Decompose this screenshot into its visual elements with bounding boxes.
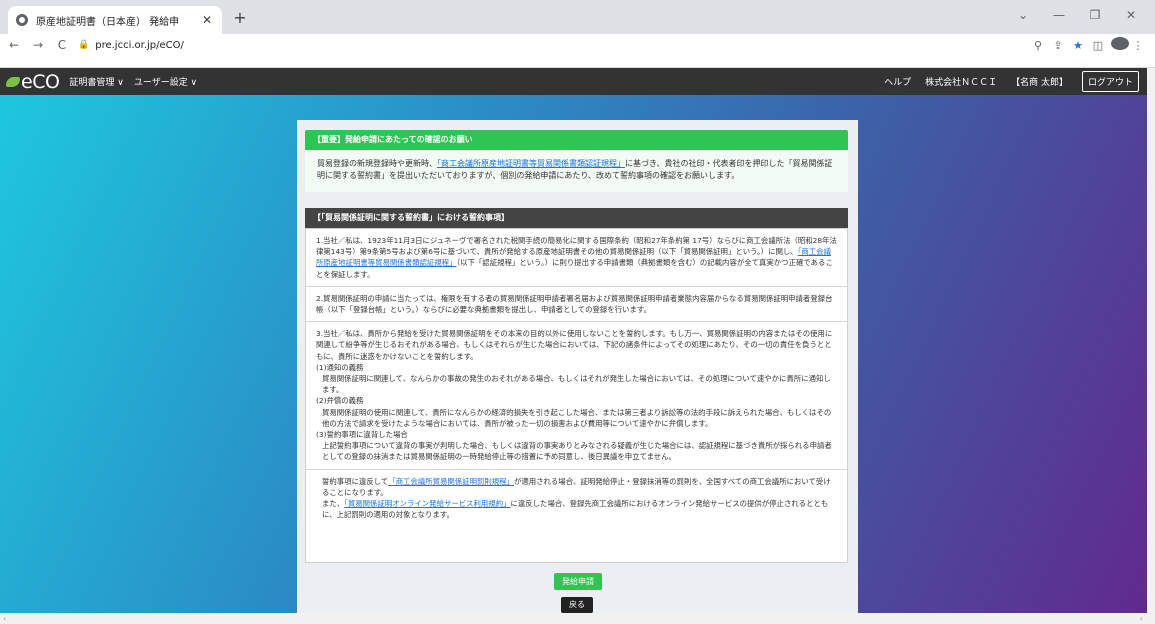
- logout-button[interactable]: ログアウト: [1081, 71, 1139, 92]
- main-panel: 【重要】発給申請にあたっての確認のお願い 貿易登録の新規登録時や更新時、「商工会…: [297, 120, 858, 613]
- company-name: 株式会社ＮＣＣＩ: [925, 78, 998, 88]
- page-viewport: eCO 証明書管理 ∨ ユーザー設定 ∨ ヘルプ 株式会社ＮＣＣＩ 【名商 太郎…: [0, 68, 1147, 613]
- leaf-icon: [6, 76, 20, 87]
- term-3-2-title: (2)弁償の義務: [316, 396, 364, 406]
- certification-rules-link[interactable]: 「商工会議所原産地証明書等貿易関係書類認証規程」: [437, 159, 625, 168]
- term-paragraph-1: 1.当社／私は、1923年11月3日にジュネーヴで署名された税関手続の簡易化に関…: [306, 229, 847, 287]
- lock-icon[interactable]: 🔒: [78, 40, 89, 50]
- term-4-line: 誓約事項に違反して「商工会議所貿易関係証明罰則規程」が適用される場合、証明発給停…: [316, 476, 837, 498]
- navbar-right: ヘルプ 株式会社ＮＣＣＩ 【名商 太郎】 ログアウト: [870, 68, 1139, 95]
- new-tab-button[interactable]: +: [230, 9, 250, 27]
- back-button[interactable]: 戻る: [561, 597, 593, 613]
- globe-icon: [16, 14, 28, 26]
- menu-certificate-management[interactable]: 証明書管理 ∨: [69, 75, 123, 88]
- side-panel-icon[interactable]: ◫: [1089, 39, 1107, 52]
- term-3-1-title: (1)通知の義務: [316, 362, 364, 372]
- browser-toolbar: ← → C 🔒 pre.jcci.or.jp/eCO/ ⚲ ⇪ ★ ◫ ⋮: [0, 34, 1155, 56]
- term-3-3-text: 上記誓約事項について違背の事実が判明した場合、もしくは違背の事実ありとみなされる…: [322, 441, 832, 462]
- browser-menu-icon[interactable]: ⋮: [1129, 39, 1147, 52]
- term-5-line: また、「貿易関係証明オンライン発給サービス利用規約」に違反した場合、登録先商工会…: [316, 498, 837, 520]
- url-text[interactable]: pre.jcci.or.jp/eCO/: [95, 40, 184, 51]
- address-bar[interactable]: 🔒 pre.jcci.or.jp/eCO/: [78, 36, 1027, 54]
- term-1-text: 1.当社／私は、1923年11月3日にジュネーヴで署名された税関手続の簡易化に関…: [316, 236, 837, 257]
- bookmark-star-icon[interactable]: ★: [1069, 39, 1087, 52]
- scroll-right-icon[interactable]: ›: [1140, 614, 1143, 623]
- term-2-text: 2.貿易関係証明の申請に当たっては、権限を有する者の貿易関係証明申請者署名届およ…: [316, 293, 833, 315]
- online-service-terms-link[interactable]: 「貿易関係証明オンライン発給サービス利用規約」: [344, 499, 510, 508]
- minimize-button[interactable]: —: [1041, 6, 1077, 24]
- zoom-icon[interactable]: ⚲: [1029, 39, 1047, 52]
- apply-button[interactable]: 発給申請: [554, 573, 602, 590]
- term-3-1-text: 貿易関係証明に関連して、なんらかの事故の発生のおそれがある場合、もしくはそれが発…: [322, 374, 831, 395]
- penalty-rules-link[interactable]: 「商工会議所貿易関係証明罰則規程」: [388, 477, 514, 486]
- bookmark-strip: [0, 56, 1155, 68]
- share-icon[interactable]: ⇪: [1049, 39, 1067, 52]
- terms-title: 【「貿易関係証明に関する誓約書」における誓約事項】: [305, 208, 848, 228]
- term-5-text: また、: [322, 499, 345, 509]
- close-window-button[interactable]: ✕: [1113, 6, 1149, 24]
- notice-body: 貿易登録の新規登録時や更新時、「商工会議所原産地証明書等貿易関係書類認証規程」に…: [305, 150, 848, 192]
- horizontal-scrollbar[interactable]: ‹ ›: [0, 613, 1155, 624]
- reload-icon[interactable]: C: [52, 38, 72, 52]
- terms-box: 1.当社／私は、1923年11月3日にジュネーヴで署名された税関手続の簡易化に関…: [305, 228, 848, 563]
- term-paragraph-2: 2.貿易関係証明の申請に当たっては、権限を有する者の貿易関係証明申請者署名届およ…: [306, 287, 847, 323]
- browser-tab[interactable]: 原産地証明書（日本産） 発給申 ✕: [8, 6, 222, 34]
- term-3-text: 3.当社／私は、貴所から発給を受けた貿易関係証明をその本来の目的以外に使用しない…: [316, 329, 833, 361]
- logo-text: eCO: [21, 70, 60, 93]
- scroll-left-icon[interactable]: ‹: [3, 614, 6, 623]
- term-3-2-text: 貿易関係証明の使用に関連して、貴所になんらかの経済的損失を引き起こした場合、また…: [322, 407, 832, 428]
- toolbar-actions: ⚲ ⇪ ★ ◫ ⋮: [1027, 37, 1147, 53]
- help-link[interactable]: ヘルプ: [884, 75, 911, 88]
- term-paragraph-3: 3.当社／私は、貴所から発給を受けた貿易関係証明をその本来の目的以外に使用しない…: [306, 322, 847, 470]
- menu-user-settings[interactable]: ユーザー設定 ∨: [134, 75, 197, 88]
- notice-text-before: 貿易登録の新規登録時や更新時、: [317, 159, 437, 168]
- window-controls: ⌄ — ❐ ✕: [1005, 6, 1149, 24]
- site-navbar: eCO 証明書管理 ∨ ユーザー設定 ∨ ヘルプ 株式会社ＮＣＣＩ 【名商 太郎…: [0, 68, 1147, 95]
- avatar-icon: [1111, 37, 1129, 50]
- profile-avatar[interactable]: [1109, 37, 1129, 53]
- back-icon[interactable]: ←: [4, 38, 24, 52]
- term-paragraph-4: 誓約事項に違反して「商工会議所貿易関係証明罰則規程」が適用される場合、証明発給停…: [306, 470, 847, 527]
- term-4-text: 誓約事項に違反して: [322, 476, 389, 486]
- browser-tab-bar: 原産地証明書（日本産） 発給申 ✕ + ⌄ — ❐ ✕: [0, 0, 1155, 34]
- user-name: 【名商 太郎】: [1011, 78, 1068, 88]
- forward-icon[interactable]: →: [28, 38, 48, 52]
- term-3-3-title: (3)誓約事項に違背した場合: [316, 430, 408, 440]
- notice-title: 【重要】発給申請にあたっての確認のお願い: [305, 130, 848, 150]
- vertical-scrollbar[interactable]: [1147, 68, 1155, 613]
- tab-title: 原産地証明書（日本産） 発給申: [36, 16, 180, 28]
- tab-search-icon[interactable]: ⌄: [1005, 6, 1041, 24]
- restore-button[interactable]: ❐: [1077, 6, 1113, 24]
- close-tab-icon[interactable]: ✕: [200, 13, 214, 27]
- eco-logo[interactable]: eCO: [6, 70, 60, 93]
